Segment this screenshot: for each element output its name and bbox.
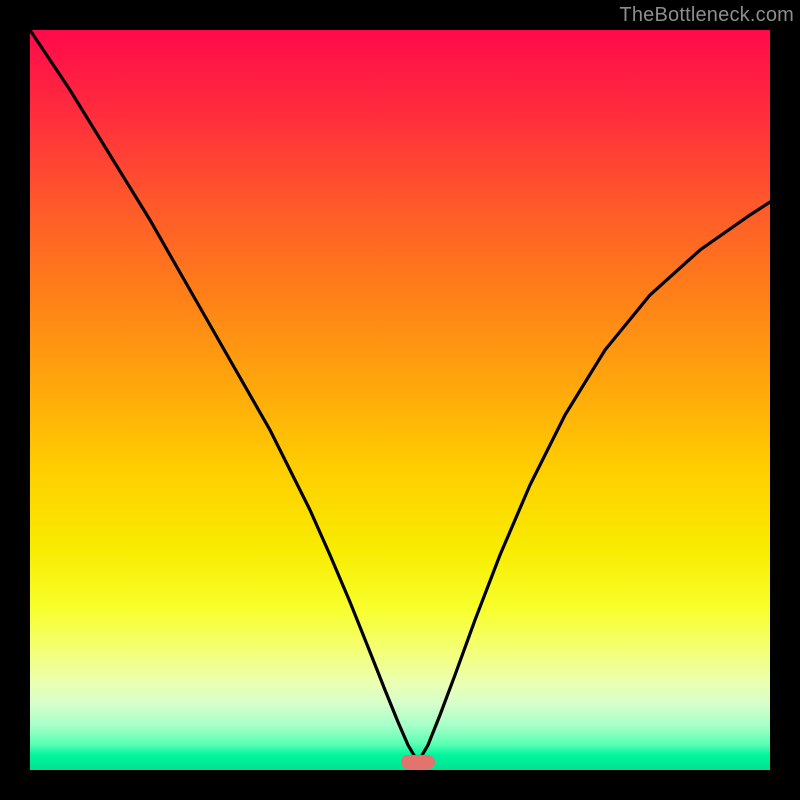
minimum-marker	[401, 755, 435, 769]
curve-svg	[30, 30, 770, 770]
chart-frame: TheBottleneck.com	[0, 0, 800, 800]
watermark-text: TheBottleneck.com	[619, 4, 794, 27]
plot-area	[30, 30, 770, 770]
bottleneck-curve	[30, 30, 770, 762]
